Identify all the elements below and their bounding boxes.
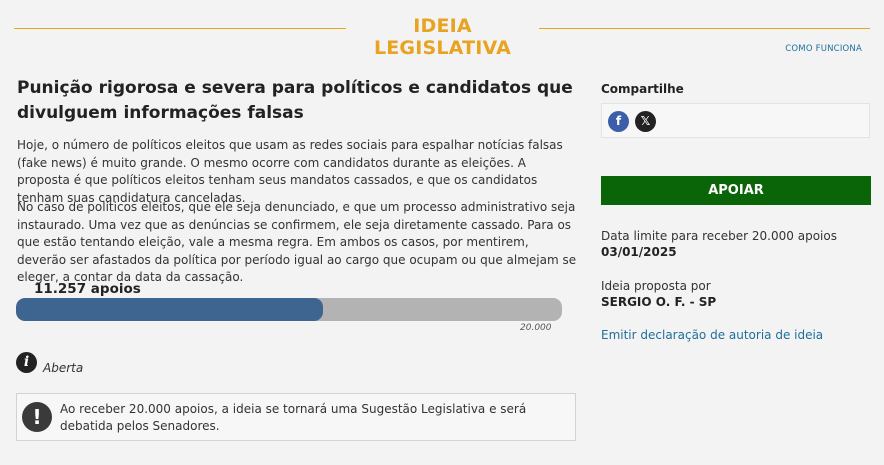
- support-count: 11.257 apoios: [34, 281, 141, 297]
- notice-box: ! Ao receber 20.000 apoios, a ideia se t…: [16, 393, 576, 441]
- notice-text: Ao receber 20.000 apoios, a ideia se tor…: [60, 402, 527, 433]
- deadline-value: 03/01/2025: [601, 245, 677, 259]
- share-buttons: f 𝕏: [601, 103, 870, 138]
- support-button[interactable]: APOIAR: [601, 176, 871, 205]
- info-icon: i: [16, 352, 37, 373]
- author-value: SERGIO O. F. - SP: [601, 295, 717, 309]
- header-divider-right: [539, 28, 870, 29]
- x-icon[interactable]: 𝕏: [635, 111, 656, 132]
- idea-description-paragraph: Hoje, o número de políticos eleitos que …: [17, 138, 563, 205]
- deadline-label: Data limite para receber 20.000 apoios: [601, 229, 837, 243]
- author-label: Ideia proposta por: [601, 279, 711, 293]
- exclamation-icon: !: [22, 402, 52, 432]
- support-progress-bar: [16, 298, 562, 321]
- authorship-declaration-link[interactable]: Emitir declaração de autoria de ideia: [601, 328, 823, 342]
- share-label: Compartilhe: [601, 82, 684, 96]
- support-progress-fill: [16, 298, 324, 321]
- facebook-icon[interactable]: f: [608, 111, 629, 132]
- header-divider-left: [14, 28, 346, 29]
- how-it-works-link[interactable]: COMO FUNCIONA: [785, 44, 862, 54]
- support-goal-label: 20.000: [520, 323, 552, 333]
- idea-description-paragraph: No caso de políticos eleitos, que ele se…: [17, 200, 577, 284]
- idea-status: Aberta: [43, 361, 84, 375]
- idea-title: Punição rigorosa e severa para políticos…: [17, 78, 573, 123]
- page-section-title: IDEIA LEGISLATIVA: [373, 15, 512, 59]
